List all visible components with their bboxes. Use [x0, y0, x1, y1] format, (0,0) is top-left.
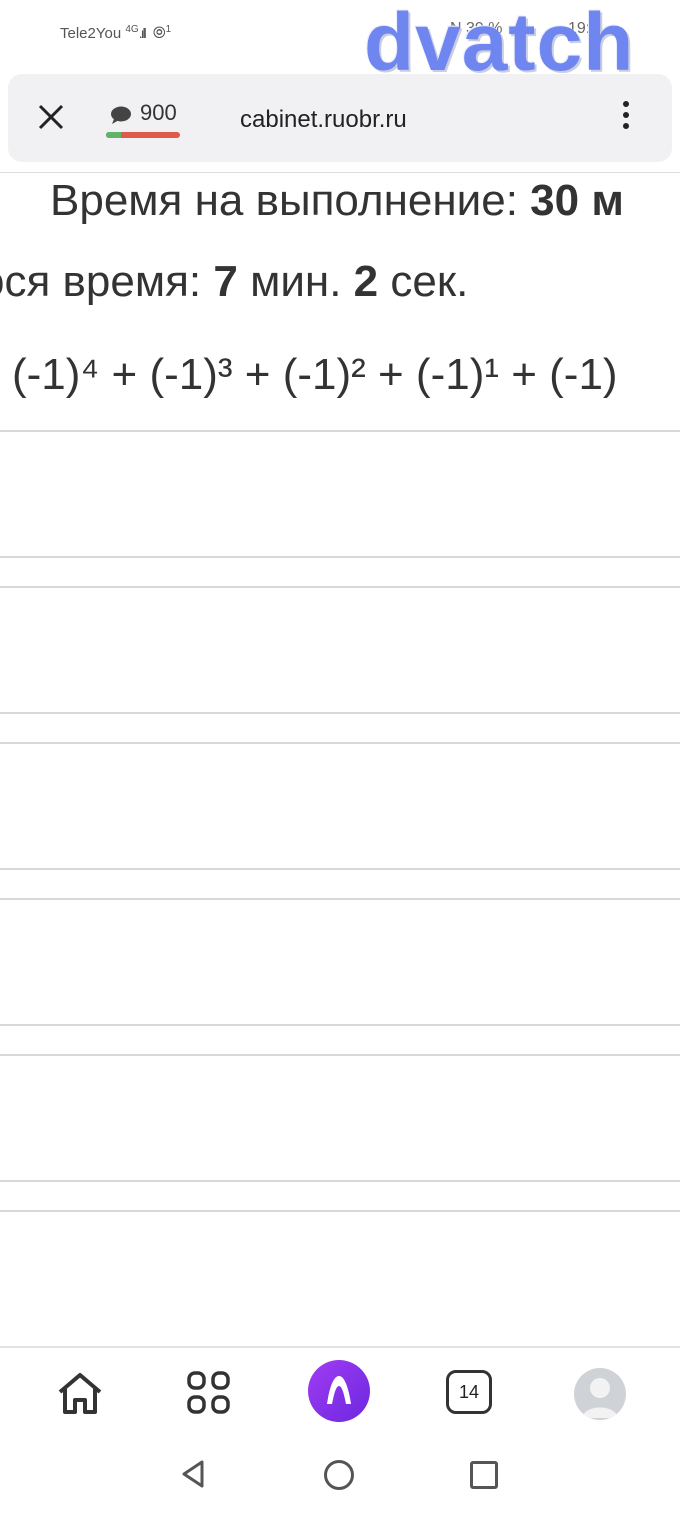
rating-bar-fill: [106, 132, 121, 138]
url-field[interactable]: cabinet.ruobr.ru: [240, 106, 407, 134]
menu-dot: [623, 101, 629, 107]
network-type: 4G: [125, 24, 139, 35]
avatar-icon: [582, 1378, 618, 1418]
alice-assistant-button[interactable]: [308, 1360, 370, 1422]
row-divider: [0, 1024, 680, 1026]
row-divider: [0, 712, 680, 714]
home-icon: [58, 1373, 102, 1414]
profile-avatar[interactable]: [574, 1368, 626, 1420]
tabs-button[interactable]: 14: [446, 1370, 492, 1414]
minutes-unit: мин.: [237, 257, 354, 306]
rating-bar: [106, 132, 180, 138]
row-divider: [0, 1180, 680, 1182]
row-divider: [0, 586, 680, 588]
signal-icon: .ıll: [138, 25, 147, 41]
menu-dot: [623, 112, 629, 118]
row-divider: [0, 898, 680, 900]
grid-icon: [187, 1371, 230, 1414]
comments-button[interactable]: 900: [106, 100, 186, 140]
comment-icon: [111, 106, 131, 124]
row-divider: [0, 1210, 680, 1212]
watermark: dvatch: [364, 0, 635, 88]
alice-icon: [327, 1376, 351, 1404]
comment-count: 900: [140, 100, 177, 125]
remaining-minutes: 7: [213, 257, 238, 306]
time-remaining-label: ося время:: [0, 257, 214, 306]
row-divider: [0, 742, 680, 744]
carrier-info: Tele2You 4G.ıll ⦾1: [60, 24, 171, 43]
row-divider: [0, 430, 680, 432]
row-divider: [0, 556, 680, 558]
carrier-name: Tele2You: [60, 25, 122, 42]
remaining-seconds: 2: [353, 257, 379, 306]
row-divider: [0, 1054, 680, 1056]
row-divider: [0, 868, 680, 870]
math-expression: (-1)⁴ + (-1)³ + (-1)² + (-1)¹ + (-1): [12, 350, 618, 399]
menu-dot: [623, 123, 629, 129]
close-icon: [38, 104, 64, 130]
system-recents-button[interactable]: [470, 1461, 498, 1489]
time-remaining-text: ося время: 7 мин. 2 сек.: [0, 257, 468, 307]
close-button[interactable]: [36, 102, 66, 132]
home-button[interactable]: [54, 1368, 106, 1420]
browser-address-bar: 900 cabinet.ruobr.ru: [8, 74, 672, 162]
content-top-border: [0, 172, 680, 173]
services-button[interactable]: [186, 1370, 232, 1416]
bottom-navigation: 14: [0, 1346, 680, 1513]
system-home-button[interactable]: [324, 1460, 354, 1490]
time-limit-value: 30 м: [530, 176, 624, 225]
seconds-unit: сек.: [378, 257, 469, 306]
time-limit-label: Время на выполнение:: [50, 176, 531, 225]
system-back-button[interactable]: [178, 1458, 210, 1490]
time-limit-text: Время на выполнение: 30 м: [50, 176, 624, 226]
hotspot-count: 1: [165, 24, 172, 35]
more-menu-button[interactable]: [614, 96, 638, 142]
hotspot-icon: ⦾: [152, 25, 166, 42]
